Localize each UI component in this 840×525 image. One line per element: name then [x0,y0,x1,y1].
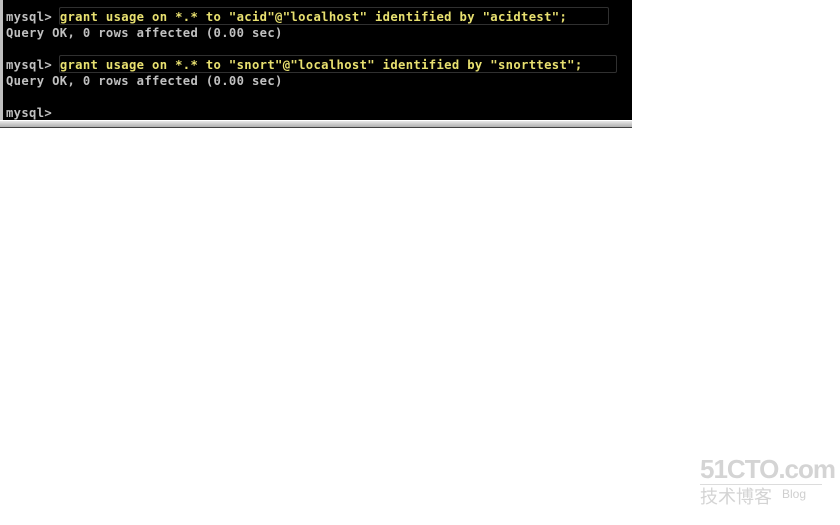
terminal-line-2: mysql> grant usage on *.* to "snort"@"lo… [6,57,583,73]
terminal-output-2: Query OK, 0 rows affected (0.00 sec) [6,74,283,88]
watermark-brand: 51CTO.com [700,454,836,484]
terminal-output-1: Query OK, 0 rows affected (0.00 sec) [6,26,283,40]
command-text: grant usage on *.* to "acid"@"localhost"… [59,10,568,24]
terminal-prompt-current[interactable]: mysql> [6,105,52,121]
command-text: grant usage on *.* to "snort"@"localhost… [59,58,583,72]
terminal-bottom-border [0,120,632,128]
prompt: mysql> [6,10,60,24]
watermark-subline: 技术博客 Blog [700,487,830,508]
watermark-blog: Blog [782,487,807,501]
prompt: mysql> [6,58,60,72]
watermark-divider [700,484,822,485]
watermark-subtitle: 技术博客 [700,487,772,507]
prompt: mysql> [6,106,53,120]
terminal-line-1: mysql> grant usage on *.* to "acid"@"loc… [6,9,567,25]
watermark-logo: 51CTO.com 技术博客 Blog [700,454,836,508]
terminal-window[interactable]: mysql> grant usage on *.* to "acid"@"loc… [0,0,632,120]
